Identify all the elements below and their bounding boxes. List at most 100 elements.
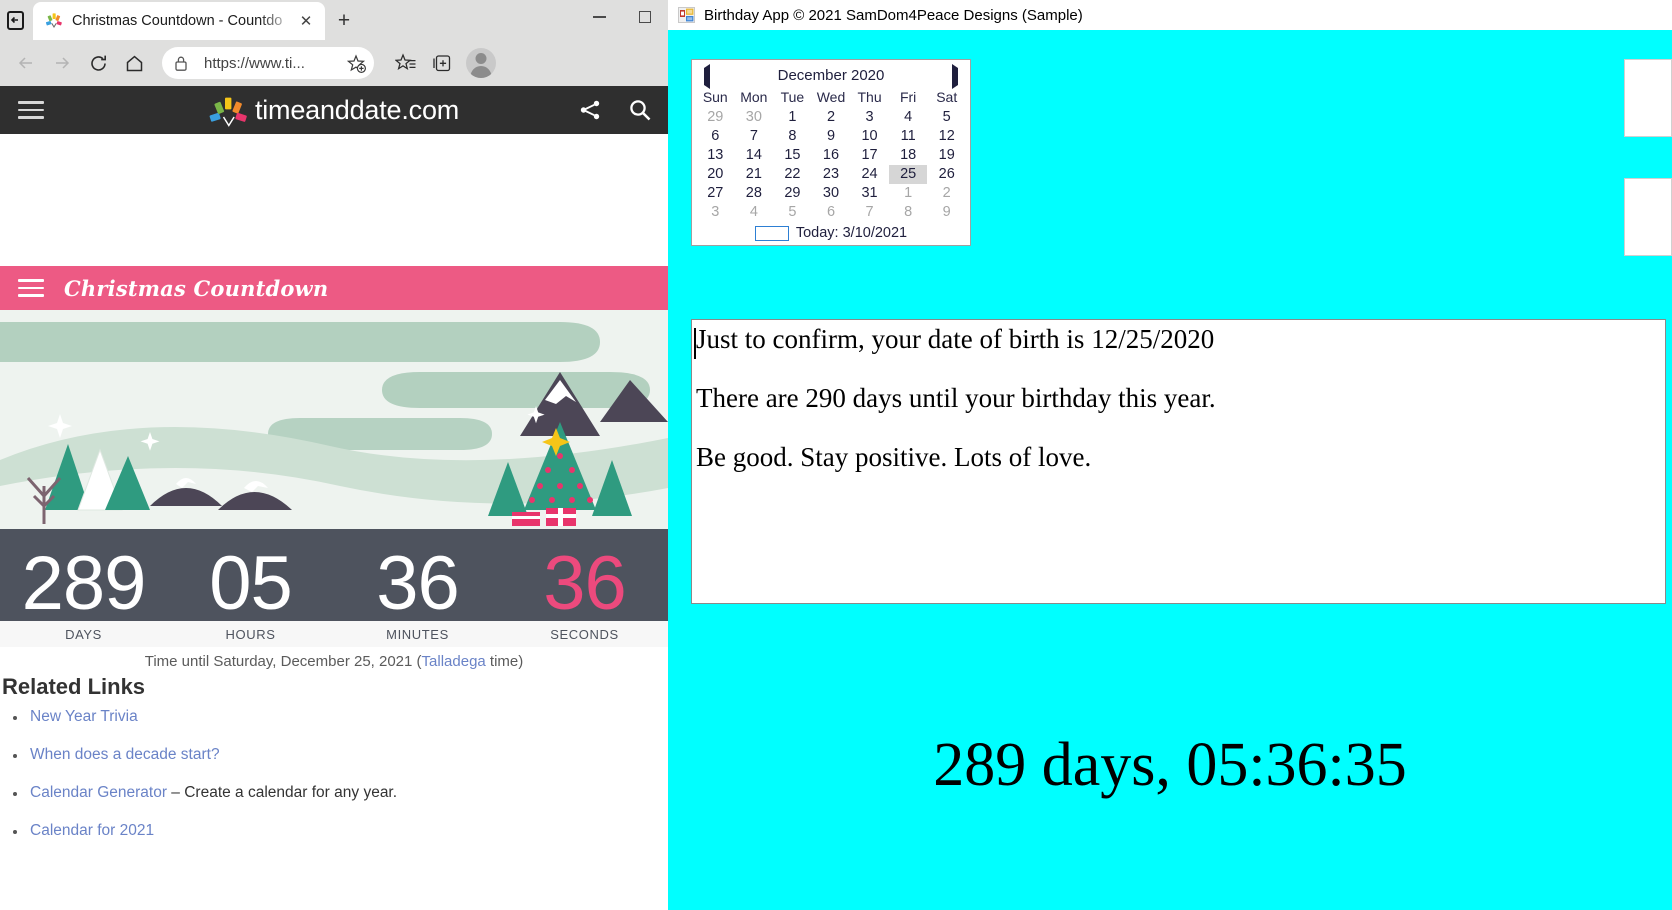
- star-plus-icon[interactable]: [344, 53, 368, 73]
- calendar-day[interactable]: 31: [850, 184, 889, 203]
- next-month-arrow-icon[interactable]: [952, 64, 958, 89]
- calendar-day[interactable]: 27: [696, 184, 735, 203]
- page-whitespace: [0, 134, 668, 266]
- browser-tab[interactable]: Christmas Countdown - Countdo ✕: [33, 2, 325, 40]
- calendar-day[interactable]: 21: [735, 165, 774, 184]
- calendar-dow: Fri: [899, 89, 917, 105]
- calendar-days-grid[interactable]: 29 30 1 2 3 4 5 6 7 8 9 10 11 12 13 14 15 16 17 18 19 20 21 22 2…: [696, 108, 966, 222]
- search-icon[interactable]: [628, 98, 652, 127]
- countdown-target-caption: Time until Saturday, December 25, 2021 (…: [0, 647, 668, 670]
- calendar-day-headers: Sun Mon Tue Wed Thu Fri Sat: [696, 87, 966, 108]
- calendar-day[interactable]: 7: [850, 203, 889, 222]
- calendar-day[interactable]: 20: [696, 165, 735, 184]
- calendar-day[interactable]: 14: [735, 146, 774, 165]
- calendar-day[interactable]: 18: [889, 146, 928, 165]
- share-icon[interactable]: [578, 98, 602, 127]
- maximize-icon[interactable]: [622, 0, 668, 34]
- timeanddate-logo-icon: [45, 12, 63, 30]
- calendar-day[interactable]: 3: [696, 203, 735, 222]
- favorites-star-list-icon[interactable]: [388, 45, 424, 81]
- tab-actions-icon[interactable]: [0, 4, 30, 36]
- countdown-numbers: 289 05 36 36: [0, 529, 668, 621]
- calendar-day[interactable]: 11: [889, 127, 928, 146]
- collections-icon[interactable]: [424, 45, 460, 81]
- hamburger-menu-icon[interactable]: [18, 278, 44, 298]
- app-title: Birthday App © 2021 SamDom4Peace Designs…: [704, 6, 1083, 24]
- countdown-label-minutes: MINUTES: [386, 626, 449, 642]
- calendar-day[interactable]: 9: [812, 127, 851, 146]
- calendar-day[interactable]: 6: [812, 203, 851, 222]
- calendar-day[interactable]: 6: [696, 127, 735, 146]
- calendar-day[interactable]: 1: [773, 108, 812, 127]
- home-icon[interactable]: [116, 45, 152, 81]
- calendar-day[interactable]: 22: [773, 165, 812, 184]
- reload-icon[interactable]: [80, 45, 116, 81]
- calendar-day-selected[interactable]: 25: [888, 165, 928, 184]
- calendar-day[interactable]: 4: [735, 203, 774, 222]
- calendar-today-label: Today: 3/10/2021: [795, 225, 908, 241]
- previous-month-arrow-icon[interactable]: [704, 64, 710, 89]
- calendar-day[interactable]: 13: [696, 146, 735, 165]
- site-brand-name: timeanddate.com: [254, 94, 460, 125]
- screenshot-root: Christmas Countdown - Countdo ✕ + https:…: [0, 0, 1672, 910]
- back-arrow-icon[interactable]: [8, 45, 44, 81]
- calendar-day[interactable]: 30: [812, 184, 851, 203]
- calendar-day[interactable]: 8: [773, 127, 812, 146]
- calendar-day[interactable]: 29: [773, 184, 812, 203]
- calendar-day[interactable]: 8: [889, 203, 928, 222]
- big-countdown-label: 289 days, 05:36:35: [933, 731, 1407, 799]
- tab-strip: Christmas Countdown - Countdo ✕ +: [0, 0, 668, 40]
- calendar-month-title: December 2020: [777, 66, 885, 84]
- list-item: Calendar Generator – Create a calendar f…: [0, 784, 668, 822]
- hamburger-menu-icon[interactable]: [18, 101, 44, 119]
- url-text[interactable]: https://www.ti...: [204, 55, 344, 72]
- forward-arrow-icon[interactable]: [44, 45, 80, 81]
- calendar-day[interactable]: 23: [812, 165, 851, 184]
- countdown-label-days: DAYS: [65, 626, 102, 642]
- calendar-day[interactable]: 7: [735, 127, 774, 146]
- related-link[interactable]: When does a decade start?: [30, 746, 220, 763]
- message-line-2: There are 290 days until your birthday t…: [696, 383, 1216, 413]
- calendar-day[interactable]: 4: [889, 108, 928, 127]
- edge-panel-bottom: [1624, 178, 1672, 256]
- message-textbox[interactable]: Just to confirm, your date of birth is 1…: [691, 319, 1666, 604]
- related-link[interactable]: Calendar Generator: [30, 784, 167, 801]
- browser-toolbar: https://www.ti...: [0, 40, 668, 86]
- calendar-day[interactable]: 9: [927, 203, 966, 222]
- month-calendar[interactable]: December 2020 Sun Mon Tue Wed Thu Fri Sa…: [691, 59, 971, 246]
- calendar-day[interactable]: 29: [696, 108, 735, 127]
- calendar-day[interactable]: 15: [773, 146, 812, 165]
- calendar-day[interactable]: 16: [812, 146, 851, 165]
- countdown-value-seconds: 36: [543, 540, 627, 626]
- calendar-day[interactable]: 30: [735, 108, 774, 127]
- calendar-day[interactable]: 2: [812, 108, 851, 127]
- list-item: When does a decade start?: [0, 746, 668, 784]
- related-link[interactable]: Calendar for 2021: [30, 822, 154, 839]
- close-icon[interactable]: ✕: [295, 10, 317, 32]
- profile-avatar-icon[interactable]: [466, 48, 496, 78]
- related-links-list: New Year Trivia When does a decade start…: [0, 708, 668, 860]
- calendar-day[interactable]: 3: [850, 108, 889, 127]
- calendar-day[interactable]: 17: [850, 146, 889, 165]
- timeanddate-logo-icon: [209, 95, 249, 127]
- calendar-day[interactable]: 5: [773, 203, 812, 222]
- calendar-day[interactable]: 5: [927, 108, 966, 127]
- calendar-day[interactable]: 2: [927, 184, 966, 203]
- lock-icon: [174, 55, 192, 72]
- calendar-day[interactable]: 1: [889, 184, 928, 203]
- related-link[interactable]: New Year Trivia: [30, 708, 138, 725]
- new-tab-button[interactable]: +: [330, 8, 358, 34]
- countdown-value-days: 289: [21, 540, 147, 626]
- address-bar[interactable]: https://www.ti...: [162, 47, 374, 79]
- calendar-day[interactable]: 12: [927, 127, 966, 146]
- calendar-day[interactable]: 28: [735, 184, 774, 203]
- calendar-day[interactable]: 19: [927, 146, 966, 165]
- minimize-icon[interactable]: [576, 0, 622, 34]
- countdown-cell-seconds: 36: [501, 540, 668, 626]
- calendar-today-swatch[interactable]: [754, 225, 789, 241]
- list-item: New Year Trivia: [0, 708, 668, 746]
- calendar-day[interactable]: 24: [850, 165, 889, 184]
- calendar-day[interactable]: 10: [850, 127, 889, 146]
- calendar-day[interactable]: 26: [927, 165, 966, 184]
- timezone-link[interactable]: Talladega: [422, 653, 486, 670]
